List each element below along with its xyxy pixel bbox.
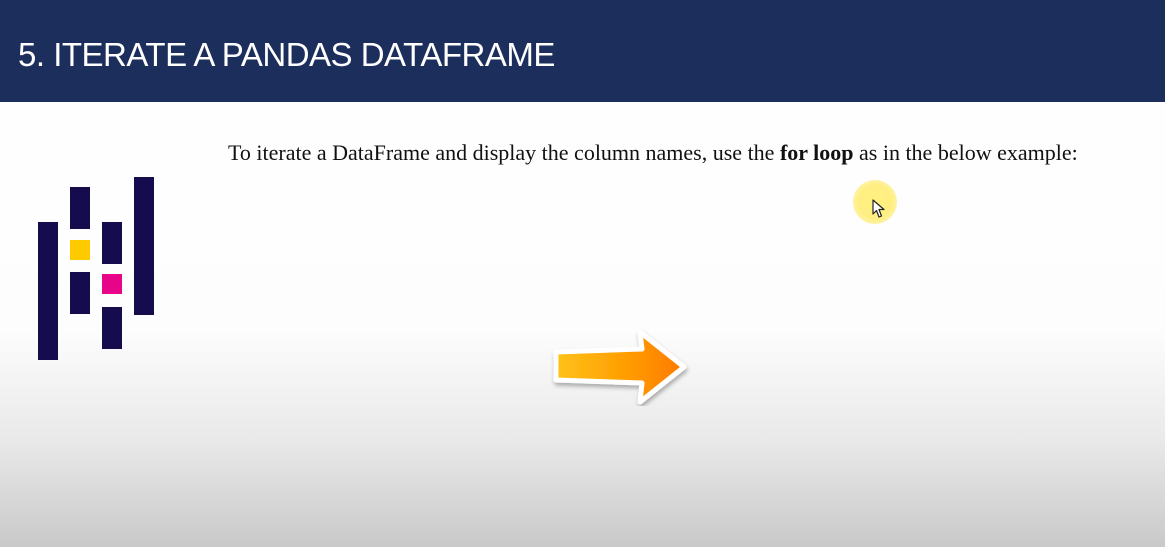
- logo-bar: [38, 222, 58, 360]
- slide-title: 5. ITERATE A PANDAS DATAFRAME: [18, 36, 555, 73]
- logo-bar: [70, 187, 90, 229]
- pandas-logo-icon: [34, 174, 158, 364]
- slide-body-text: To iterate a DataFrame and display the c…: [228, 138, 1138, 167]
- logo-pink-square: [102, 274, 122, 294]
- logo-bar: [102, 307, 122, 349]
- logo-yellow-square: [70, 240, 90, 260]
- right-arrow-icon: [553, 329, 687, 405]
- slide-header: 5. ITERATE A PANDAS DATAFRAME: [0, 0, 1165, 102]
- logo-bar: [70, 272, 90, 314]
- mouse-pointer-icon: [872, 199, 885, 218]
- body-text-bold: for loop: [779, 140, 854, 165]
- body-text-before: To iterate a DataFrame and display the c…: [228, 140, 780, 165]
- logo-bar: [134, 177, 154, 315]
- body-text-after: as in the below example:: [853, 140, 1078, 165]
- logo-bar: [102, 222, 122, 264]
